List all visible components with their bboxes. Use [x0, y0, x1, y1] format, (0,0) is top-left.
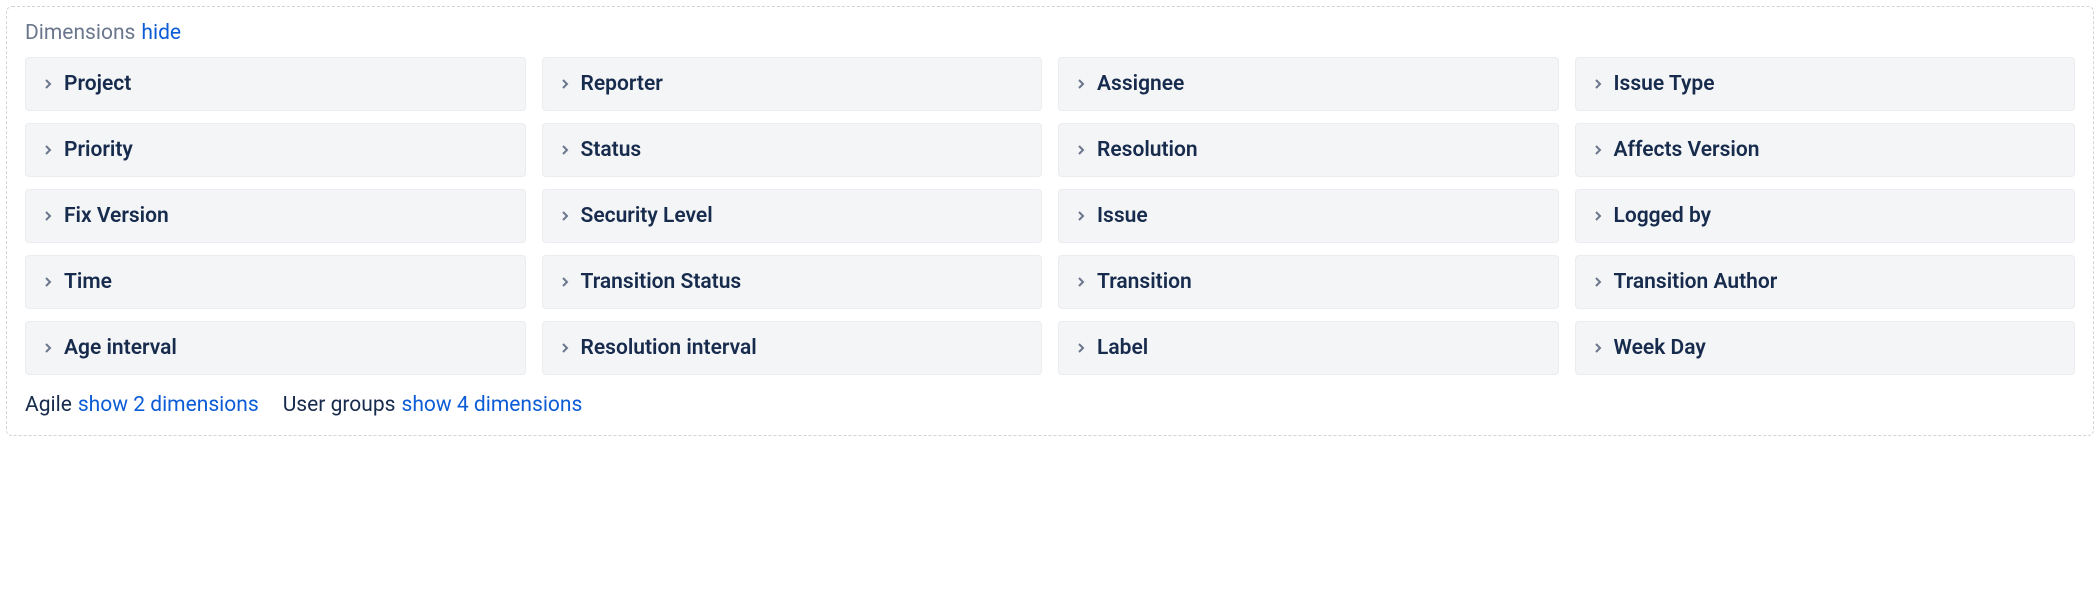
dimension-week-day[interactable]: Week Day: [1575, 321, 2076, 375]
dimension-label: Fix Version: [64, 204, 169, 228]
dimension-label: Resolution: [1097, 138, 1198, 162]
chevron-right-icon: [559, 342, 571, 354]
dimension-project[interactable]: Project: [25, 57, 526, 111]
dimensions-footer: Agile show 2 dimensions User groups show…: [25, 391, 2075, 417]
dimensions-grid: Project Reporter Assignee Issue Type Pri…: [25, 57, 2075, 375]
dimension-transition-status[interactable]: Transition Status: [542, 255, 1043, 309]
dimension-transition-author[interactable]: Transition Author: [1575, 255, 2076, 309]
show-agile-dimensions-link[interactable]: show 2 dimensions: [78, 393, 259, 417]
dimension-label: Age interval: [64, 336, 177, 360]
footer-group-user-groups: User groups show 4 dimensions: [283, 393, 583, 417]
dimension-resolution-interval[interactable]: Resolution interval: [542, 321, 1043, 375]
dimension-label: Logged by: [1614, 204, 1712, 228]
chevron-right-icon: [1592, 276, 1604, 288]
dimensions-header: Dimensions hide: [25, 21, 2075, 45]
chevron-right-icon: [1592, 78, 1604, 90]
dimension-resolution[interactable]: Resolution: [1058, 123, 1559, 177]
dimensions-panel: Dimensions hide Project Reporter Assigne…: [6, 6, 2094, 436]
dimension-label: Status: [581, 138, 642, 162]
dimension-reporter[interactable]: Reporter: [542, 57, 1043, 111]
footer-label-user-groups: User groups: [283, 393, 396, 417]
dimension-assignee[interactable]: Assignee: [1058, 57, 1559, 111]
dimension-label: Assignee: [1097, 72, 1184, 96]
dimension-label: Project: [64, 72, 131, 96]
chevron-right-icon: [1592, 210, 1604, 222]
chevron-right-icon: [1075, 78, 1087, 90]
dimension-label: Security Level: [581, 204, 713, 228]
dimension-label: Issue Type: [1614, 72, 1715, 96]
dimension-label: Reporter: [581, 72, 663, 96]
dimension-label: Priority: [64, 138, 133, 162]
dimension-label: Transition Status: [581, 270, 742, 294]
dimension-age-interval[interactable]: Age interval: [25, 321, 526, 375]
chevron-right-icon: [559, 78, 571, 90]
chevron-right-icon: [1592, 144, 1604, 156]
dimension-label: Resolution interval: [581, 336, 757, 360]
dimension-label: Label: [1097, 336, 1148, 360]
dimension-affects-version[interactable]: Affects Version: [1575, 123, 2076, 177]
chevron-right-icon: [1592, 342, 1604, 354]
chevron-right-icon: [559, 144, 571, 156]
chevron-right-icon: [42, 78, 54, 90]
chevron-right-icon: [42, 276, 54, 288]
dimension-security-level[interactable]: Security Level: [542, 189, 1043, 243]
dimension-time[interactable]: Time: [25, 255, 526, 309]
dimension-label: Transition: [1097, 270, 1192, 294]
footer-group-agile: Agile show 2 dimensions: [25, 393, 259, 417]
chevron-right-icon: [1075, 342, 1087, 354]
dimension-label-dim[interactable]: Label: [1058, 321, 1559, 375]
dimension-transition[interactable]: Transition: [1058, 255, 1559, 309]
chevron-right-icon: [1075, 144, 1087, 156]
dimension-status[interactable]: Status: [542, 123, 1043, 177]
dimension-priority[interactable]: Priority: [25, 123, 526, 177]
dimension-label: Affects Version: [1614, 138, 1760, 162]
footer-label-agile: Agile: [25, 393, 72, 417]
dimensions-title: Dimensions: [25, 21, 135, 45]
chevron-right-icon: [42, 210, 54, 222]
chevron-right-icon: [42, 144, 54, 156]
show-user-groups-dimensions-link[interactable]: show 4 dimensions: [402, 393, 583, 417]
dimension-issue-type[interactable]: Issue Type: [1575, 57, 2076, 111]
chevron-right-icon: [559, 210, 571, 222]
dimension-label: Time: [64, 270, 112, 294]
chevron-right-icon: [42, 342, 54, 354]
dimension-logged-by[interactable]: Logged by: [1575, 189, 2076, 243]
dimension-fix-version[interactable]: Fix Version: [25, 189, 526, 243]
dimension-label: Transition Author: [1614, 270, 1778, 294]
chevron-right-icon: [1075, 210, 1087, 222]
dimensions-hide-link[interactable]: hide: [141, 21, 181, 45]
chevron-right-icon: [559, 276, 571, 288]
dimension-label: Issue: [1097, 204, 1148, 228]
dimension-issue[interactable]: Issue: [1058, 189, 1559, 243]
dimension-label: Week Day: [1614, 336, 1706, 360]
chevron-right-icon: [1075, 276, 1087, 288]
